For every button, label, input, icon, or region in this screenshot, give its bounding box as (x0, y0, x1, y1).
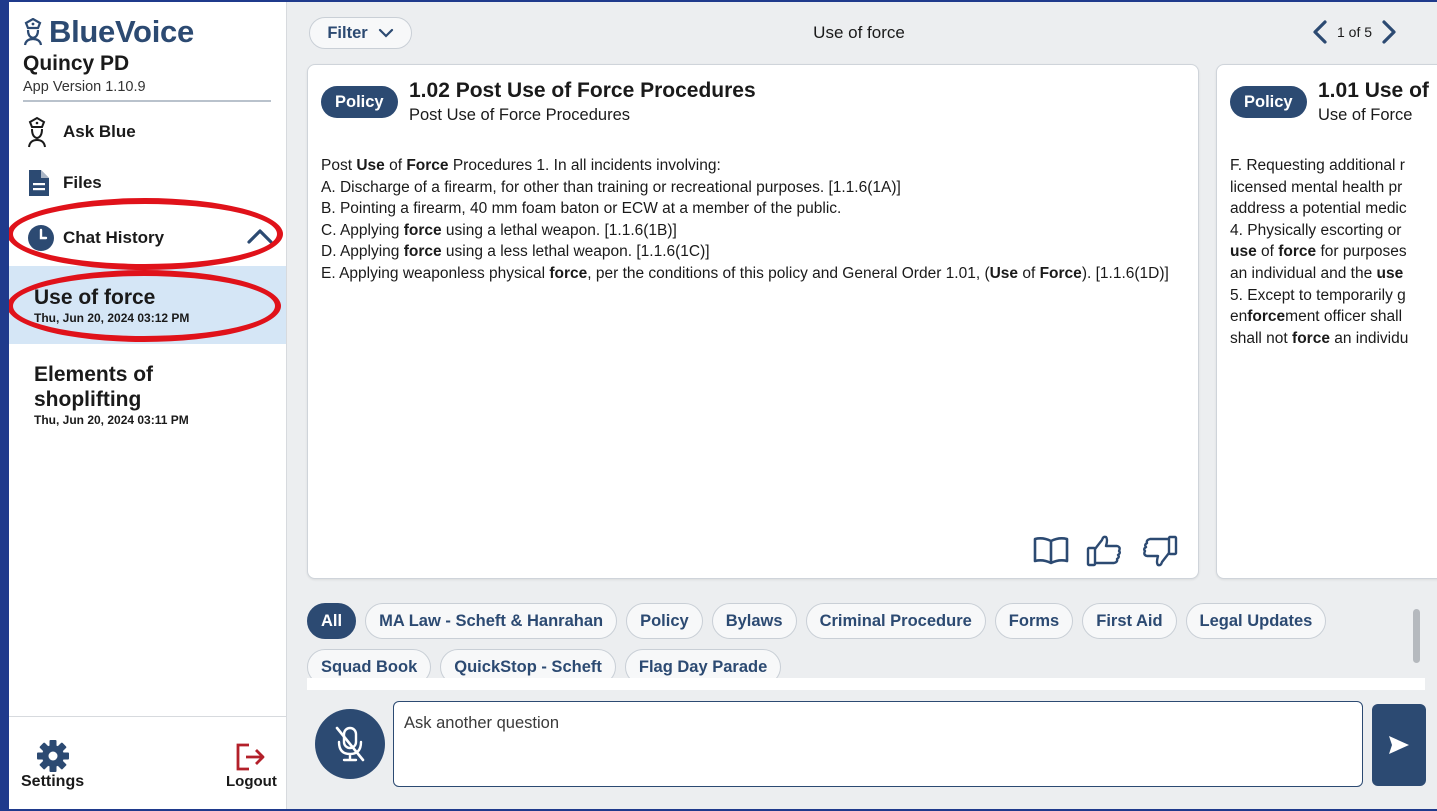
logout-icon (237, 743, 265, 771)
police-officer-icon (23, 116, 63, 148)
chevron-down-icon (378, 28, 393, 38)
brand-name: BlueVoice (49, 14, 194, 49)
nav-files-label: Files (63, 173, 102, 192)
excerpt-line-c: C. Applying force using a lethal weapon.… (321, 221, 677, 239)
settings-button[interactable]: Settings (21, 739, 84, 791)
category-chip[interactable]: Legal Updates (1185, 603, 1327, 639)
result-pager: 1 of 5 (1311, 19, 1398, 45)
card-title: 1.02 Post Use of Force Procedures (409, 79, 756, 102)
logout-button[interactable]: Logout (226, 741, 277, 790)
sidebar: BlueVoice Quincy PD App Version 1.10.9 A… (9, 2, 287, 809)
nav-chat-history-label: Chat History (63, 228, 165, 247)
card-subtitle: Use of Force (1318, 106, 1413, 124)
category-chip[interactable]: First Aid (1082, 603, 1177, 639)
nav-ask-blue-label: Ask Blue (63, 122, 136, 141)
category-chip[interactable]: Policy (626, 603, 703, 639)
chips-scrollbar[interactable] (1413, 609, 1420, 663)
thumbs-down-icon (1143, 535, 1178, 567)
category-chip[interactable]: Forms (994, 603, 1074, 639)
book-icon (1033, 537, 1069, 565)
department-name: Quincy PD (23, 52, 130, 75)
file-icon (23, 168, 63, 198)
card-title: 1.01 Use of (1318, 79, 1429, 102)
sidebar-footer: Settings Logout (9, 716, 286, 809)
app-window: BlueVoice Quincy PD App Version 1.10.9 A… (9, 2, 1437, 809)
chevron-right-icon (1382, 20, 1396, 44)
next-result-button[interactable] (1380, 19, 1398, 45)
excerpt-line-0: Post Use of Force Procedures 1. In all i… (321, 157, 721, 174)
conversation-topic: Use of force (813, 23, 905, 42)
category-chips: All MA Law - Scheft & Hanrahan Policy Bylaw… (307, 603, 1425, 679)
excerpt-line-a: A. Discharge of a firearm, for other tha… (321, 178, 901, 196)
category-chip[interactable]: Flag Day Parade (624, 649, 782, 679)
send-icon (1389, 736, 1409, 754)
card-subtitle: Post Use of Force Procedures (409, 106, 631, 124)
source-badge: Policy (321, 86, 398, 118)
history-item-elements-of-shoplifting[interactable]: Elements of shoplifting Thu, Jun 20, 202… (9, 352, 286, 442)
result-card: Policy 1.02 Post Use of Force Procedures… (307, 64, 1199, 579)
result-card: Policy 1.01 Use of Use of Force F. Reque… (1216, 64, 1437, 579)
sidebar-divider (23, 100, 271, 102)
nav-ask-blue[interactable]: Ask Blue (23, 116, 136, 148)
excerpt-line-e: E. Applying weaponless physical force, p… (321, 264, 1169, 282)
history-item-date: Thu, Jun 20, 2024 03:12 PM (34, 311, 190, 325)
category-chip[interactable]: Squad Book (307, 649, 432, 679)
gear-icon (36, 740, 69, 772)
clock-icon (23, 224, 63, 252)
police-officer-icon (23, 18, 43, 46)
filter-label: Filter (327, 23, 368, 42)
chevron-up-icon[interactable] (247, 228, 273, 249)
nav-chat-history[interactable]: Chat History (23, 224, 273, 252)
thumbs-down-button[interactable] (1140, 534, 1178, 568)
nav-files[interactable]: Files (23, 168, 102, 198)
open-document-button[interactable] (1032, 534, 1070, 568)
category-chip[interactable]: MA Law - Scheft & Hanrahan (365, 603, 618, 639)
app-version: App Version 1.10.9 (23, 79, 146, 95)
settings-label: Settings (21, 773, 85, 790)
excerpt-line-d: D. Applying force using a less lethal we… (321, 243, 710, 261)
filter-button[interactable]: Filter (309, 17, 412, 49)
excerpt-line-b: B. Pointing a firearm, 40 mm foam baton … (321, 200, 842, 218)
category-chip[interactable]: Criminal Procedure (805, 603, 986, 639)
chevron-left-icon (1313, 20, 1327, 44)
previous-result-button[interactable] (1311, 19, 1329, 45)
source-badge: Policy (1230, 86, 1307, 118)
thumbs-up-button[interactable] (1086, 534, 1124, 568)
send-button[interactable] (1372, 704, 1426, 786)
microphone-off-icon (335, 726, 365, 762)
card-actions (1032, 534, 1178, 568)
category-chip[interactable]: All (307, 603, 357, 639)
card-excerpt: Post Use of Force Procedures 1. In all i… (321, 155, 1181, 285)
card-excerpt: F. Requesting additional r licensed ment… (1230, 157, 1409, 347)
history-item-date: Thu, Jun 20, 2024 03:11 PM (34, 413, 189, 427)
pager-count: 1 of 5 (1337, 24, 1373, 40)
history-item-title: Elements of shoplifting (34, 363, 154, 411)
brand-logo: BlueVoice (23, 14, 194, 50)
microphone-button[interactable] (315, 709, 385, 779)
ask-question-input[interactable] (393, 701, 1363, 787)
category-chip[interactable]: QuickStop - Scheft (440, 649, 616, 679)
chips-bottom-edge (307, 678, 1425, 690)
history-item-use-of-force[interactable]: Use of force Thu, Jun 20, 2024 03:12 PM (9, 266, 286, 344)
thumbs-up-icon (1086, 535, 1121, 567)
history-item-title: Use of force (34, 286, 156, 309)
logout-label: Logout (226, 773, 277, 790)
category-chip[interactable]: Bylaws (711, 603, 797, 639)
